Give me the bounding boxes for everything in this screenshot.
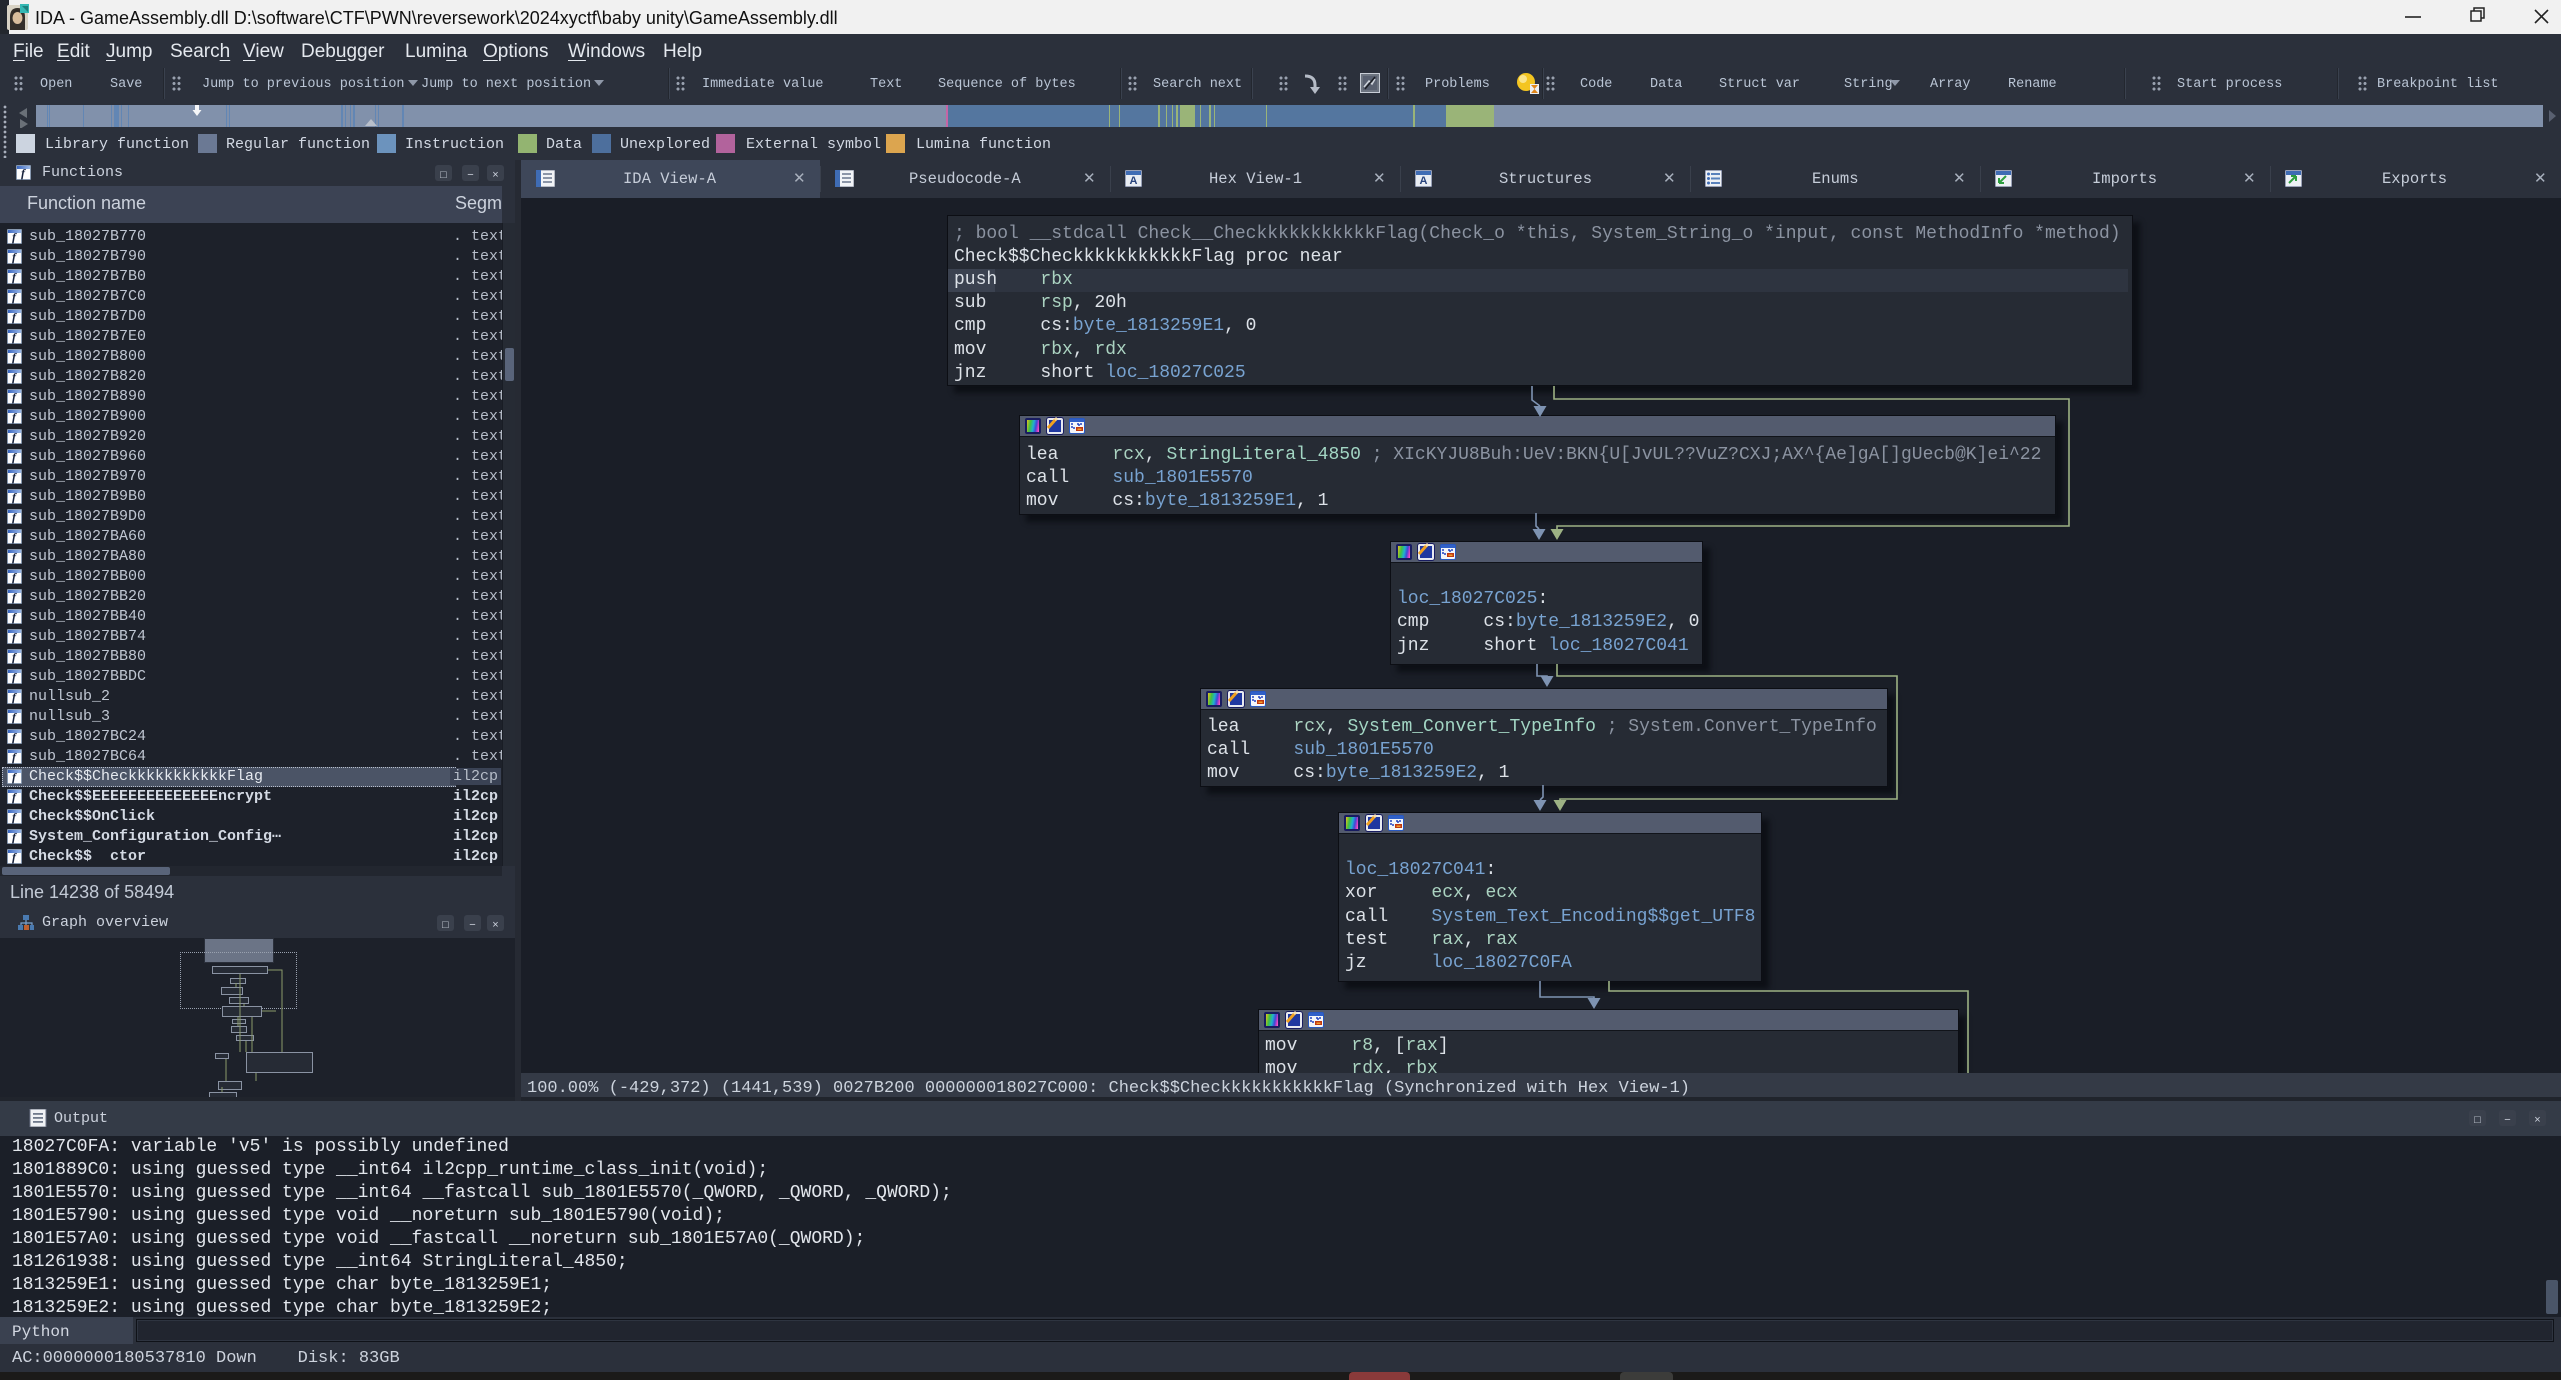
svg-text:A: A (1130, 175, 1138, 187)
svg-text:A: A (1420, 175, 1428, 187)
